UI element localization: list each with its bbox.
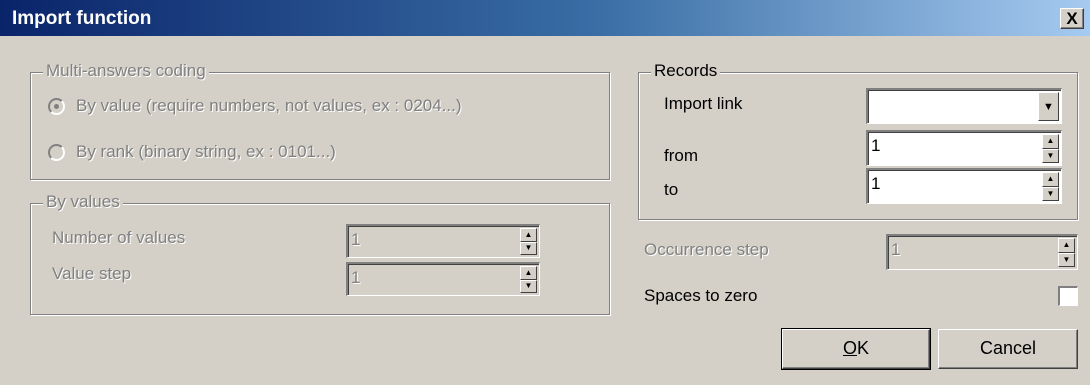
to-stepper[interactable]: 1 ▲ ▼ xyxy=(866,168,1062,204)
from-stepper[interactable]: 1 ▲ ▼ xyxy=(866,130,1062,166)
cancel-label: Cancel xyxy=(979,338,1037,358)
value-step-label: Value step xyxy=(52,264,132,283)
spin-up-icon[interactable]: ▲ xyxy=(1042,172,1059,187)
import-link-label: Import link xyxy=(664,94,743,113)
by-values-group: By values xyxy=(30,192,610,315)
chevron-down-icon[interactable]: ▼ xyxy=(1038,92,1059,121)
number-of-values-value: 1 xyxy=(351,230,361,249)
to-spinner: ▲ ▼ xyxy=(1042,172,1059,201)
by-rank-label: By rank (binary string, ex : 0101...) xyxy=(76,142,336,161)
from-value: 1 xyxy=(871,136,881,155)
spin-up-icon[interactable]: ▲ xyxy=(520,228,537,242)
spin-down-icon[interactable]: ▼ xyxy=(1058,252,1075,267)
by-rank-radio[interactable] xyxy=(48,144,65,161)
number-of-values-stepper[interactable]: 1 ▲ ▼ xyxy=(346,224,540,258)
ok-button[interactable]: OK xyxy=(781,328,931,370)
spin-up-icon[interactable]: ▲ xyxy=(1058,238,1075,253)
value-step-stepper[interactable]: 1 ▲ ▼ xyxy=(346,262,540,296)
close-icon: X xyxy=(1066,9,1078,28)
occurrence-step-label: Occurrence step xyxy=(644,240,769,259)
to-value: 1 xyxy=(871,174,881,193)
spin-up-icon[interactable]: ▲ xyxy=(1042,134,1059,149)
occurrence-step-value: 1 xyxy=(891,240,901,259)
occurrence-step-stepper[interactable]: 1 ▲ ▼ xyxy=(886,234,1078,270)
by-values-legend: By values xyxy=(43,192,123,212)
import-link-select[interactable]: ▼ xyxy=(866,88,1062,124)
spin-up-icon[interactable]: ▲ xyxy=(520,266,537,280)
spaces-to-zero-label: Spaces to zero xyxy=(644,286,758,305)
from-label: from xyxy=(664,146,698,165)
spaces-to-zero-checkbox[interactable] xyxy=(1058,286,1078,306)
spin-down-icon[interactable]: ▼ xyxy=(1042,148,1059,163)
multi-answers-group: Multi-answers coding xyxy=(30,61,610,180)
from-spinner: ▲ ▼ xyxy=(1042,134,1059,163)
by-value-radio[interactable] xyxy=(48,98,65,115)
spin-down-icon[interactable]: ▼ xyxy=(1042,186,1059,201)
close-button[interactable]: X xyxy=(1060,8,1084,29)
spin-down-icon[interactable]: ▼ xyxy=(520,241,537,255)
value-step-value: 1 xyxy=(351,268,361,287)
number-of-values-label: Number of values xyxy=(52,228,186,247)
window-title: Import function xyxy=(12,8,152,29)
title-bar[interactable]: Import function X xyxy=(0,0,1090,36)
value-step-spinner: ▲ ▼ xyxy=(520,266,537,293)
multi-answers-legend: Multi-answers coding xyxy=(43,61,209,81)
occurrence-step-spinner: ▲ ▼ xyxy=(1058,238,1075,267)
spin-down-icon[interactable]: ▼ xyxy=(520,279,537,293)
ok-mnemonic: O xyxy=(842,338,857,358)
cancel-button[interactable]: Cancel xyxy=(938,329,1078,369)
number-of-values-spinner: ▲ ▼ xyxy=(520,228,537,255)
records-legend: Records xyxy=(651,61,721,81)
by-value-label: By value (require numbers, not values, e… xyxy=(76,96,462,115)
to-label: to xyxy=(664,180,679,199)
ok-label: K xyxy=(857,338,870,358)
